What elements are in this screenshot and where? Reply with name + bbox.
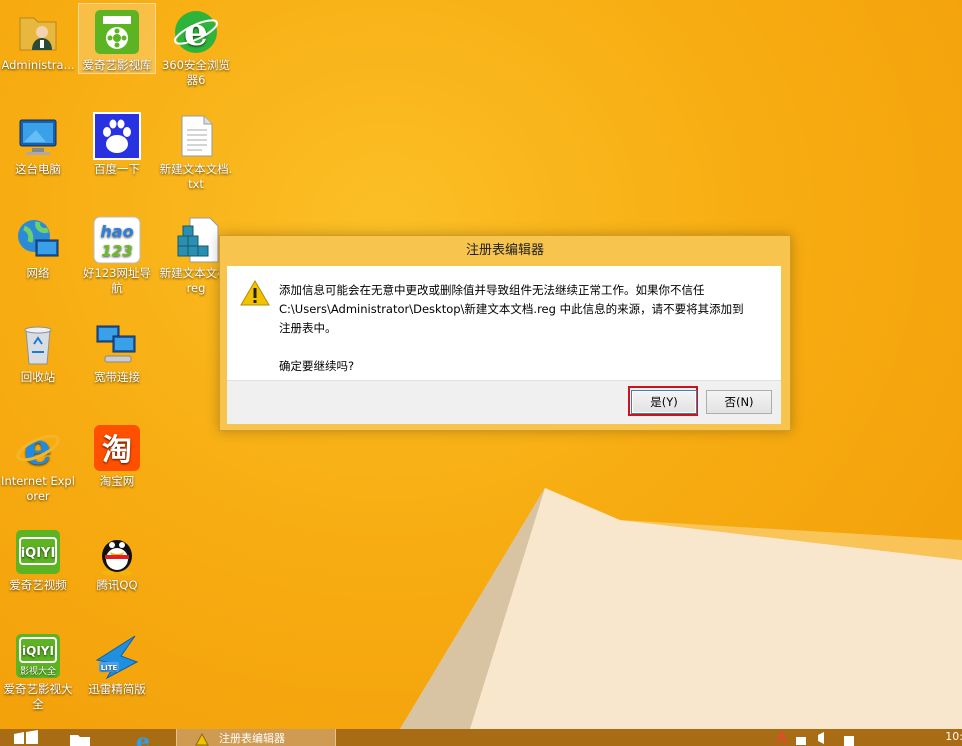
message-line-2: C:\Users\Administrator\Desktop\新建文本文档.re… [279,302,744,316]
iqiyi-logo-text: iQIYI [21,546,56,561]
dialog-body: 添加信息可能会在无意中更改或删除值并导致组件无法继续正常工作。如果你不信任 C:… [227,266,781,380]
recycle-bin-icon [14,320,62,368]
registry-editor-dialog: 注册表编辑器 添加信息可能会在无意中更改或删除值并导致组件无法继续正常工作。如果… [219,235,791,431]
taskbar-registry-editor[interactable]: 注册表编辑器 [176,729,336,746]
dialog-message: 添加信息可能会在无意中更改或删除值并导致组件无法继续正常工作。如果你不信任 C:… [279,281,771,376]
desktop-icon-iqiyi-library[interactable]: 爱奇艺影视库 [78,3,156,74]
desktop-icon-label: 百度一下 [94,162,140,176]
reg-file-icon [172,216,220,264]
desktop-icon-label: 淘宝网 [99,474,135,488]
desktop-icon-this-pc[interactable]: 这台电脑 [0,108,76,177]
desktop-icon-label: 这台电脑 [15,162,61,176]
svg-text:e: e [24,424,52,472]
dialog-title[interactable]: 注册表编辑器 [220,236,790,266]
taobao-icon: 淘 [93,424,141,472]
desktop-icon-label: Administra... [1,58,75,72]
iqiyi-daquan-icon: iQIYI 影视大全 [14,632,62,680]
ie-icon: e [14,424,62,475]
clock[interactable]: 10:2 [945,730,962,743]
network-icon [14,216,62,264]
text-file-icon [172,112,220,160]
desktop-icon-administrator[interactable]: Administra... [0,4,76,73]
desktop-icon-ie[interactable]: e Internet Explorer [0,420,76,504]
desktop-icon-label: 360安全浏览器6 [162,58,230,87]
taskbar-ie-icon[interactable]: e [128,729,158,746]
baidu-icon [93,112,141,160]
user-folder-icon [14,8,62,56]
xunlei-badge: LITE [101,664,118,672]
svg-text:e: e [136,729,150,746]
message-line-3: 注册表中。 [279,321,337,335]
desktop-icon-hao123[interactable]: hao 123 好123网址导航 [79,212,155,296]
xunlei-icon: LITE [93,632,141,680]
desktop-icon-broadband[interactable]: 宽带连接 [79,316,155,385]
desktop-icon-recycle-bin[interactable]: 回收站 [0,316,76,385]
desktop-icon-iqiyi-daquan[interactable]: iQIYI 影视大全 爱奇艺影视大全 [0,628,76,712]
desktop-icon-network[interactable]: 网络 [0,212,76,281]
desktop-icon-label: 爱奇艺影视大全 [3,682,73,711]
dialog-button-bar: 是(Y) 否(N) [227,380,781,424]
start-button[interactable] [12,729,40,746]
desktop-icon-label: 网络 [26,266,50,280]
360-browser-icon: e [172,8,220,56]
hao-num: 123 [101,242,132,260]
hao-logo: hao [100,222,133,241]
desktop-icon-label: 迅雷精简版 [88,682,146,696]
desktop-icon-xunlei[interactable]: LITE 迅雷精简版 [79,628,155,697]
desktop-icon-qq[interactable]: 腾讯QQ [79,524,155,593]
desktop-icon-label: 回收站 [20,370,56,384]
desktop-icon-label: 爱奇艺视频 [9,578,67,592]
broadband-icon [93,320,141,368]
no-button[interactable]: 否(N) [706,390,772,414]
hao123-icon: hao 123 [93,216,141,264]
desktop-icon-360-browser[interactable]: e 360安全浏览器6 [158,4,234,88]
iqiyi-daquan-sub: 影视大全 [20,665,56,677]
desktop-icon-label: 好123网址导航 [83,266,151,295]
desktop-icon-label: 腾讯QQ [96,578,138,592]
desktop-icon-iqiyi-video[interactable]: iQIYI 爱奇艺视频 [0,524,76,593]
file-explorer-icon[interactable] [66,729,94,746]
desktop-icon-label: 爱奇艺影视库 [82,58,152,72]
desktop-icon-taobao[interactable]: 淘 淘宝网 [79,420,155,489]
taskbar-task-label: 注册表编辑器 [219,732,285,745]
iqiyi-library-icon [93,8,141,56]
svg-text:e: e [184,9,208,54]
iqiyi-video-icon: iQIYI [14,528,62,576]
desktop-icon-label: 宽带连接 [94,370,140,384]
desktop-icon-baidu[interactable]: 百度一下 [79,108,155,177]
confirm-question: 确定要继续吗? [279,359,355,373]
warning-icon [240,280,270,306]
qq-icon [93,528,141,576]
taskbar-warning-icon [195,732,209,746]
taobao-glyph: 淘 [102,433,132,468]
computer-icon [14,112,62,160]
desktop-icon-label: 新建文本文档.txt [159,162,233,191]
tray-icons[interactable] [772,729,862,746]
desktop-icon-label: Internet Explorer [1,474,75,503]
message-line-1: 添加信息可能会在无意中更改或删除值并导致组件无法继续正常工作。如果你不信任 [279,283,705,297]
desktop-icon-txt-file[interactable]: 新建文本文档.txt [158,108,234,192]
yes-button[interactable]: 是(Y) [631,390,697,414]
taskbar: e 注册表编辑器 10:2 [0,729,962,746]
iqiyi-logo-text: iQIYI [22,644,54,658]
